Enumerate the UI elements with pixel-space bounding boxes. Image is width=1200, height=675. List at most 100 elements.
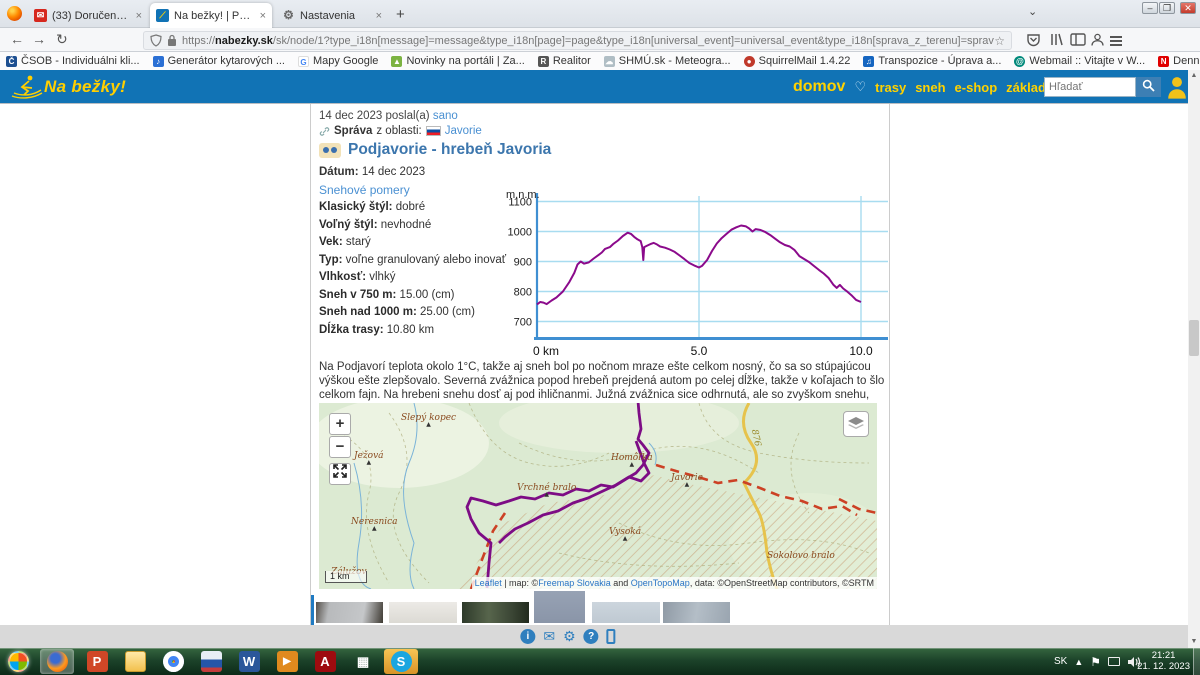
language-indicator[interactable]: SK	[1054, 656, 1067, 667]
photo-thumbnail[interactable]	[592, 602, 660, 623]
action-center-flag-icon[interactable]: ⚑	[1090, 655, 1101, 669]
network-icon[interactable]	[1108, 657, 1120, 666]
leaflet-map[interactable]: Slepý kopec▲ Ježová▲ Neresnica▲ Zálužov …	[319, 403, 877, 589]
map-layers-button[interactable]	[843, 411, 869, 437]
bookmark-item[interactable]: NDenník N - Nezávislé ...	[1158, 55, 1200, 67]
search-button[interactable]	[1136, 77, 1161, 97]
site-logo[interactable]: Na bežky!	[10, 74, 126, 100]
svg-text:5.0: 5.0	[691, 344, 708, 358]
taskbar-skype[interactable]: S	[384, 649, 418, 674]
page-scrollbar[interactable]: ▲ ▼	[1188, 70, 1200, 648]
window-close-button[interactable]: ✕	[1180, 2, 1196, 14]
tab-nabezky[interactable]: ⟋ Na bežky! | Page 2 | ×	[150, 3, 272, 28]
thumbnail-edge	[311, 595, 314, 625]
pocket-icon[interactable]	[1026, 32, 1042, 48]
help-icon[interactable]: ?	[584, 629, 599, 644]
datum-value: 14 dec 2023	[362, 166, 425, 178]
slovakia-flag-icon	[426, 126, 441, 136]
bookmark-item[interactable]: RRealitor	[538, 55, 591, 67]
detail-row: Voľný štýl: nevhodné	[319, 217, 506, 235]
taskbar-firefox[interactable]	[40, 649, 74, 674]
post-content: 14 dec 2023 poslal(a) sano Správa z obla…	[310, 104, 890, 625]
show-desktop-button[interactable]	[1193, 648, 1200, 675]
author-link[interactable]: sano	[433, 110, 458, 122]
settings-gear-icon[interactable]: ⚙	[563, 629, 576, 644]
nabezky-favicon: ⟋	[156, 9, 169, 22]
tab-overflow-chevron-icon[interactable]: ⌄	[1028, 5, 1037, 18]
opentopomap-link[interactable]: OpenTopoMap	[631, 578, 690, 588]
start-button[interactable]	[8, 651, 29, 672]
heart-icon[interactable]: ♡	[854, 79, 866, 95]
tab-settings[interactable]: ⚙ Nastavenia ×	[276, 3, 388, 28]
bookmark-star-icon[interactable]: ☆	[994, 34, 1005, 48]
map-zoom-in-button[interactable]: +	[329, 413, 351, 435]
freemap-link[interactable]: Freemap Slovakia	[538, 578, 611, 588]
tab-email[interactable]: ✉ (33) Doručené – Seznam Email ×	[28, 3, 148, 28]
taskbar-presentation-app[interactable]: P	[80, 649, 114, 674]
forward-button[interactable]: →	[32, 31, 46, 47]
taskbar-explorer[interactable]	[118, 649, 152, 674]
map-zoom-out-button[interactable]: −	[329, 436, 351, 458]
datum-label: Dátum:	[319, 166, 359, 178]
search-input[interactable]	[1044, 77, 1136, 97]
taskbar-word[interactable]: W	[232, 649, 266, 674]
window-minimize-button[interactable]: –	[1142, 2, 1158, 14]
tracking-shield-icon[interactable]	[150, 34, 162, 47]
bookmark-item[interactable]: ☁SHMÚ.sk - Meteogra...	[604, 55, 731, 67]
bookmark-item[interactable]: ♪Generátor kytarových ...	[153, 55, 285, 67]
nav-sneh[interactable]: sneh	[915, 80, 945, 95]
nav-eshop[interactable]: e-shop	[955, 80, 998, 95]
tab-close-icon[interactable]: ×	[136, 10, 142, 22]
bookmark-item[interactable]: ČČSOB - Individuálni kli...	[6, 55, 140, 67]
scroll-down-arrow[interactable]: ▼	[1188, 636, 1200, 648]
tab-close-icon[interactable]: ×	[260, 10, 266, 22]
bookmarks-bar: ČČSOB - Individuálni kli... ♪Generátor k…	[0, 52, 1200, 70]
back-button[interactable]: ←	[10, 31, 24, 47]
taskbar-file-manager[interactable]	[194, 649, 228, 674]
photo-thumbnail[interactable]	[316, 602, 383, 623]
url-bar[interactable]: https://nabezky.sk/sk/node/1?type_i18n[m…	[143, 31, 1012, 50]
nav-trasy[interactable]: trasy	[875, 80, 906, 95]
user-profile-icon[interactable]	[1166, 74, 1188, 99]
region-link[interactable]: Javorie	[445, 125, 482, 137]
mobile-phone-icon[interactable]	[607, 629, 616, 644]
snow-conditions-link[interactable]: Snehové pomery	[319, 183, 410, 197]
account-icon[interactable]	[1090, 32, 1106, 48]
window-maximize-button[interactable]: ❐	[1159, 2, 1175, 14]
tray-expand-arrow-icon[interactable]: ▲	[1074, 657, 1083, 667]
scroll-up-arrow[interactable]: ▲	[1188, 70, 1200, 82]
link-chain-icon	[319, 126, 330, 137]
bookmark-item[interactable]: ♫Transpozice - Úprava a...	[863, 55, 1001, 67]
taskbar-calculator[interactable]: ▦	[346, 649, 380, 674]
photo-thumbnail-selected[interactable]	[534, 591, 585, 623]
sidebar-icon[interactable]	[1070, 32, 1086, 48]
mail-icon[interactable]: ✉	[543, 629, 555, 644]
library-icon[interactable]	[1049, 32, 1065, 48]
gear-icon: ⚙	[282, 9, 295, 22]
tab-close-icon[interactable]: ×	[376, 10, 382, 22]
nav-domov[interactable]: domov	[793, 78, 845, 96]
scrollbar-thumb[interactable]	[1189, 320, 1199, 356]
photo-thumbnail[interactable]	[663, 602, 730, 623]
taskbar-chrome[interactable]	[156, 649, 190, 674]
menu-hamburger-icon[interactable]	[1110, 34, 1126, 50]
bookmark-item[interactable]: @Webmail :: Vitajte v W...	[1014, 55, 1145, 67]
detail-row: Vlhkosť: vlhký	[319, 269, 506, 287]
tab-title: Nastavenia	[300, 10, 370, 22]
portal-favicon: ▲	[391, 56, 402, 67]
new-tab-button[interactable]: +	[396, 6, 405, 23]
taskbar-clock[interactable]: 21:21 21. 12. 2023	[1137, 650, 1190, 672]
bookmark-item[interactable]: GMapy Google	[298, 55, 378, 67]
bookmark-item[interactable]: ▲Novinky na portáli | Za...	[391, 55, 524, 67]
leaflet-link[interactable]: Leaflet	[475, 578, 502, 588]
tab-title: (33) Doručené – Seznam Email	[52, 10, 130, 22]
info-icon[interactable]: i	[520, 629, 535, 644]
map-fullscreen-button[interactable]	[329, 463, 351, 485]
taskbar-media-player[interactable]: ▶	[270, 649, 304, 674]
page-title[interactable]: Podjavorie - hrebeň Javoria	[348, 141, 551, 159]
bookmark-item[interactable]: ●SquirrelMail 1.4.22	[744, 55, 851, 67]
photo-thumbnail[interactable]	[462, 602, 529, 623]
photo-thumbnail[interactable]	[389, 602, 457, 623]
reload-button[interactable]: ↻	[56, 31, 68, 48]
taskbar-acrobat[interactable]: A	[308, 649, 342, 674]
